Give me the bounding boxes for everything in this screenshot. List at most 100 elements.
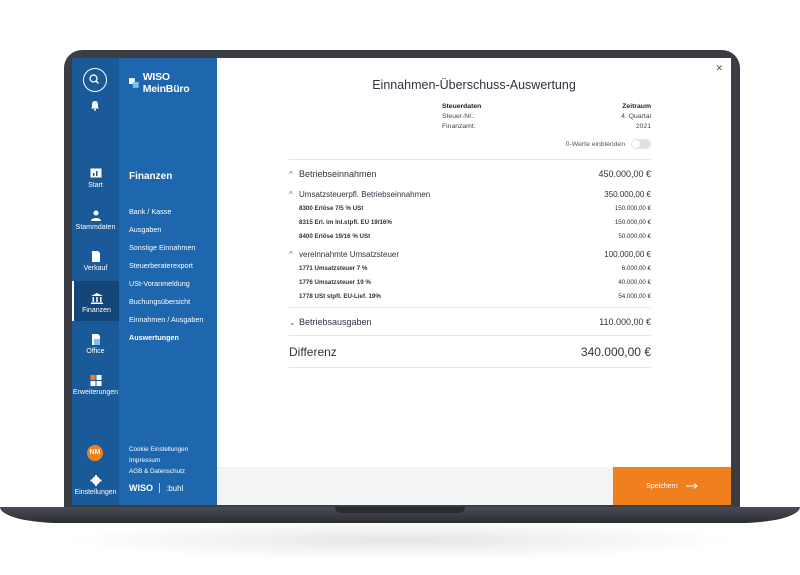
nav-item-sonstige-einnahmen[interactable]: Sonstige Einnahmen <box>129 239 203 257</box>
office-icon <box>91 334 100 345</box>
steuer-nr-label: Steuer-Nr.: <box>442 113 475 120</box>
nav-item-buchungsuebersicht[interactable]: Buchungsübersicht <box>129 293 203 311</box>
list-item: 8315 Erl. im Inl.stpfl. EU 19/16% 150.00… <box>289 215 651 229</box>
save-button-label: Speichern <box>646 482 678 490</box>
arrow-right-icon <box>685 483 698 489</box>
section-betriebseinnahmen[interactable]: ^ Betriebseinnahmen 450.000,00 € <box>289 160 651 187</box>
laptop-base-notch <box>335 507 465 513</box>
account-label: 8315 Erl. im Inl.stpfl. EU 19/16% <box>299 218 392 226</box>
account-label: 1778 USt stpfl. EU-Lief. 19% <box>299 292 381 300</box>
bank-icon <box>90 293 103 304</box>
rail-item-verkauf[interactable]: Verkauf <box>72 251 119 272</box>
chevron-up-icon: ^ <box>289 189 293 199</box>
search-icon <box>89 74 99 84</box>
nav-footer-links: Cookie Einstellungen Impressum AGB & Dat… <box>129 444 188 477</box>
section-betriebsausgaben[interactable]: ⌄ Betriebsausgaben 110.000,00 € <box>289 308 651 335</box>
rail-item-label: Start <box>88 182 103 189</box>
list-item: 8400 Erlöse 19/16 % USt 50.000,00 € <box>289 229 651 243</box>
rail-item-start[interactable]: Start <box>72 168 119 189</box>
subsection-label: Umsatzsteuerpfl. Betriebseinnahmen <box>299 189 431 199</box>
app-window: Start Stammdaten Verkauf Finanzen Office… <box>72 58 731 505</box>
cookie-settings-link[interactable]: Cookie Einstellungen <box>129 444 188 455</box>
chevron-up-icon: ^ <box>289 169 293 179</box>
zero-values-toggle-row: 0-Werte einblenden <box>417 139 651 149</box>
subsection-value: 350.000,00 € <box>604 189 651 199</box>
rail-item-einstellungen[interactable]: Einstellungen <box>72 475 119 496</box>
steuerdaten-block: Steuerdaten Steuer-Nr.: Finanzamt: <box>442 102 481 132</box>
rail-item-label: Erweiterungen <box>72 389 119 396</box>
nav-item-steuerberaterexport[interactable]: Steuerberaterexport <box>129 257 203 275</box>
differenz-label: Differenz <box>289 344 337 359</box>
nav-item-bank-kasse[interactable]: Bank / Kasse <box>129 203 203 221</box>
differenz-value: 340.000,00 € <box>580 344 651 359</box>
chart-icon <box>90 168 101 178</box>
close-icon[interactable]: ✕ <box>715 63 723 74</box>
nav-list: Bank / Kasse Ausgaben Sonstige Einnahmen… <box>129 203 203 347</box>
section-value: 110.000,00 € <box>599 316 651 327</box>
nav-panel: WISO MeinBüro Finanzen Bank / Kasse Ausg… <box>119 58 217 505</box>
differenz-row: Differenz 340.000,00 € <box>289 336 651 367</box>
account-value: 150.000,00 € <box>614 218 651 226</box>
section-label: Betriebseinnahmen <box>299 168 377 179</box>
app-logo[interactable]: WISO MeinBüro <box>129 71 217 95</box>
document-icon <box>91 251 100 262</box>
zeitraum-block: Zeitraum 4. Quartal 2021 <box>601 102 651 132</box>
zeitraum-quartal: 4. Quartal <box>621 113 651 120</box>
grid-icon <box>90 375 101 386</box>
zeitraum-label: Zeitraum <box>622 103 651 110</box>
subsection-umsatzsteuerpfl[interactable]: ^ Umsatzsteuerpfl. Betriebseinnahmen 350.… <box>289 187 651 201</box>
account-label: 1771 Umsatzsteuer 7 % <box>299 264 368 272</box>
account-value: 50.000,00 € <box>618 232 651 240</box>
logo-text: WISO MeinBüro <box>142 71 190 95</box>
list-item: 1776 Umsatzsteuer 19 % 40.000,00 € <box>289 275 651 289</box>
list-item: 1778 USt stpfl. EU-Lief. 19% 54.000,00 € <box>289 289 651 303</box>
chevron-up-icon: ^ <box>289 249 293 259</box>
account-label: 8400 Erlöse 19/16 % USt <box>299 232 371 240</box>
rail-item-erweiterungen[interactable]: Erweiterungen <box>72 375 119 396</box>
zero-values-label: 0-Werte einblenden <box>565 140 625 148</box>
person-icon <box>90 210 101 221</box>
rail-item-label: Office <box>86 348 105 355</box>
main-content: ✕ Einnahmen-Überschuss-Auswertung Steuer… <box>217 58 731 505</box>
buhl-brand: :buhl <box>166 483 184 493</box>
zeitraum-jahr: 2021 <box>635 123 651 130</box>
account-label: 8300 Erlöse 7/5 % USt <box>299 204 364 212</box>
rail-item-stammdaten[interactable]: Stammdaten <box>72 210 119 231</box>
rail-item-finanzen[interactable]: Finanzen <box>72 281 119 321</box>
brand-divider <box>159 483 160 493</box>
nav-item-ust-voranmeldung[interactable]: USt-Voranmeldung <box>129 275 203 293</box>
page-title: Einnahmen-Überschuss-Auswertung <box>372 78 576 92</box>
bell-icon[interactable] <box>90 100 100 111</box>
nav-item-einnahmen-ausgaben[interactable]: Einnahmen / Ausgaben <box>129 311 203 329</box>
nav-item-auswertungen[interactable]: Auswertungen <box>129 329 203 347</box>
nav-item-ausgaben[interactable]: Ausgaben <box>129 221 203 239</box>
section-label: Betriebsausgaben <box>299 316 372 327</box>
impressum-link[interactable]: Impressum <box>129 455 188 466</box>
rail-item-label: Einstellungen <box>74 489 117 496</box>
report-table: ^ Betriebseinnahmen 450.000,00 € ^ Umsatzs… <box>289 159 651 368</box>
account-value: 150.000,00 € <box>614 204 651 212</box>
divider <box>289 367 651 368</box>
rail-item-office[interactable]: Office <box>72 334 119 355</box>
list-item: 1771 Umsatzsteuer 7 % 6.000,00 € <box>289 261 651 275</box>
rail-item-label: Stammdaten <box>75 224 116 231</box>
avatar[interactable]: NM <box>87 445 103 461</box>
rail-item-label: Verkauf <box>83 265 108 272</box>
save-button[interactable]: Speichern <box>613 467 731 505</box>
list-item: 8300 Erlöse 7/5 % USt 150.000,00 € <box>289 201 651 215</box>
steuerdaten-label: Steuerdaten <box>442 103 482 110</box>
subsection-label: vereinnahmte Umsatzsteuer <box>299 249 400 259</box>
wiso-brand: WISO <box>129 483 153 493</box>
subsection-vereinnahmte-umsatzsteuer[interactable]: ^ vereinnahmte Umsatzsteuer 100.000,00 € <box>289 247 651 261</box>
rail-item-label: Finanzen <box>82 307 111 314</box>
gear-icon <box>90 475 101 486</box>
account-value: 40.000,00 € <box>618 278 651 286</box>
brand-row: WISO :buhl <box>129 483 183 493</box>
logo-icon <box>129 78 139 88</box>
icon-rail: Start Stammdaten Verkauf Finanzen Office… <box>72 58 119 505</box>
finanzamt-label: Finanzamt: <box>442 123 476 130</box>
section-value: 450.000,00 € <box>598 168 651 179</box>
agb-datenschutz-link[interactable]: AGB & Datenschutz <box>129 466 188 477</box>
zero-values-toggle[interactable] <box>631 139 651 149</box>
search-button[interactable] <box>83 68 107 92</box>
